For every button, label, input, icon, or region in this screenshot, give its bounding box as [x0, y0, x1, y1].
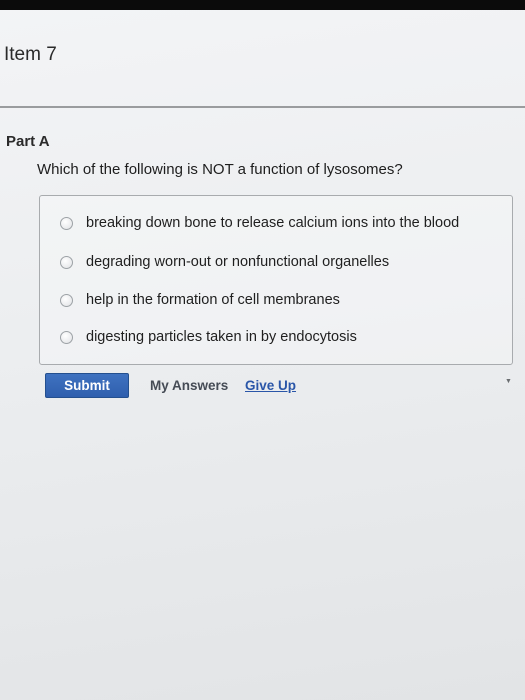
answer-option-1[interactable]: breaking down bone to release calcium io…	[60, 212, 500, 234]
radio-button-icon[interactable]	[60, 330, 73, 344]
item-title: Item 7	[4, 44, 57, 65]
answer-options-group: breaking down bone to release calcium io…	[39, 195, 513, 365]
answer-option-label: degrading worn-out or nonfunctional orga…	[86, 254, 390, 270]
expand-arrow-icon: ▼	[505, 378, 512, 385]
answer-option-4[interactable]: digesting particles taken in by endocyto…	[60, 326, 500, 348]
part-label: Part A	[6, 133, 50, 150]
answer-option-3[interactable]: help in the formation of cell membranes	[60, 289, 500, 311]
my-answers-link[interactable]: My Answers	[150, 378, 228, 393]
top-bezel	[0, 0, 525, 10]
radio-button-icon[interactable]	[60, 216, 73, 230]
answer-option-label: breaking down bone to release calcium io…	[86, 215, 460, 231]
radio-button-icon[interactable]	[60, 255, 73, 269]
question-text: Which of the following is NOT a function…	[37, 161, 403, 178]
answer-option-2[interactable]: degrading worn-out or nonfunctional orga…	[60, 251, 500, 273]
radio-button-icon[interactable]	[60, 293, 73, 307]
submit-button[interactable]: Submit	[45, 373, 129, 398]
give-up-link[interactable]: Give Up	[245, 378, 296, 393]
answer-option-label: digesting particles taken in by endocyto…	[86, 329, 357, 345]
section-divider	[0, 106, 525, 108]
answer-option-label: help in the formation of cell membranes	[86, 292, 340, 308]
